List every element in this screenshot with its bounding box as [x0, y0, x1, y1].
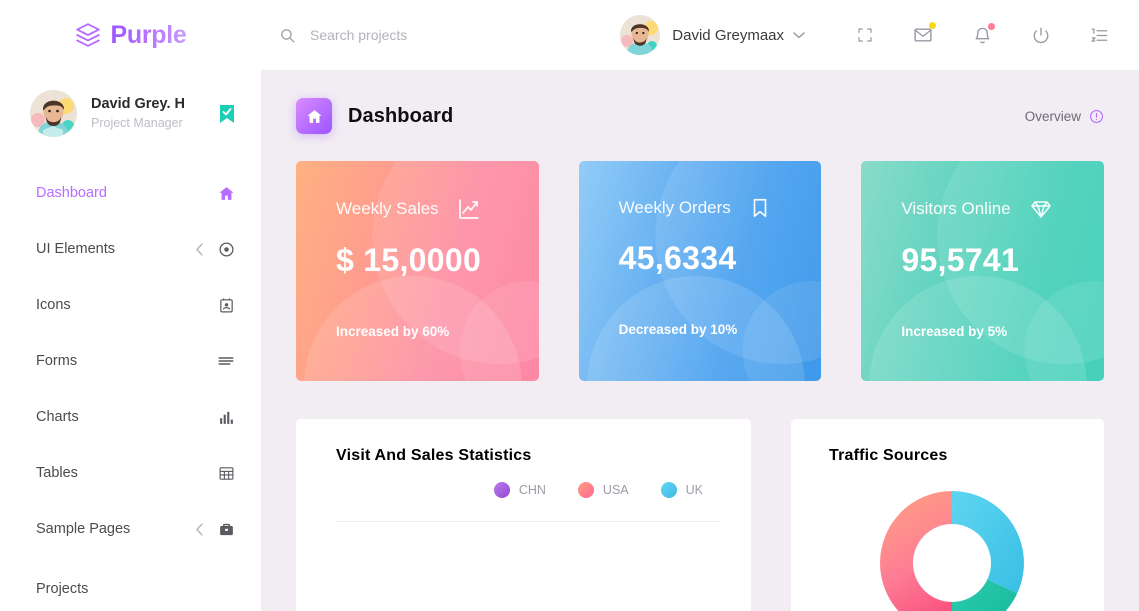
avatar — [620, 15, 661, 55]
power-icon[interactable] — [1032, 26, 1050, 44]
page-header: Dashboard Overview — [296, 98, 1104, 134]
sidebar-item-label: UI Elements — [36, 241, 115, 257]
target-icon — [217, 241, 235, 258]
legend-color-swatch — [660, 482, 677, 498]
sidebar-item-dashboard[interactable]: Dashboard — [0, 165, 261, 221]
panel-title: Traffic Sources — [829, 447, 948, 464]
card-title: Weekly Orders — [618, 198, 731, 217]
chart-line-icon — [457, 197, 481, 221]
card-header: Weekly Orders — [619, 197, 792, 219]
card-value: 45,6334 — [618, 240, 737, 276]
sidebar-nav: Dashboard UI Elements Icons Forms Charts… — [0, 155, 261, 605]
legend-label: CHN — [518, 483, 546, 497]
bar-chart-icon — [217, 409, 235, 426]
panel-row: Visit And Sales Statistics CHN USA UK Tr… — [296, 419, 1104, 611]
sidebar-category-projects[interactable]: Projects — [0, 557, 261, 605]
sidebar-item-sample-pages[interactable]: Sample Pages — [0, 501, 261, 557]
legend-item[interactable]: UK — [660, 482, 703, 498]
profile-role: Project Manager — [91, 116, 183, 131]
sidebar-item-charts[interactable]: Charts — [0, 389, 261, 445]
legend-color-swatch — [577, 482, 594, 498]
sidebar-item-icons[interactable]: Icons — [0, 277, 261, 333]
page-title: Dashboard — [348, 104, 454, 127]
home-icon — [296, 98, 332, 134]
brand-logo[interactable]: Purple — [0, 0, 261, 70]
search-icon — [279, 27, 296, 44]
layers-icon — [75, 22, 101, 48]
overview-control[interactable]: Overview — [1025, 109, 1104, 124]
user-menu[interactable]: David Greymaax — [620, 15, 805, 55]
bookmark-check-icon — [219, 104, 235, 123]
bookmark-icon — [749, 197, 771, 219]
profile-name: David Grey. H — [91, 96, 186, 113]
panel-visit-sales-statistics: Visit And Sales Statistics CHN USA UK — [296, 419, 751, 611]
card-value: $ 15,0000 — [336, 242, 482, 278]
sidebar-item-ui-elements[interactable]: UI Elements — [0, 221, 261, 277]
bar-chart-canvas — [336, 521, 721, 611]
chevron-left-icon — [195, 242, 204, 256]
panel-title: Visit And Sales Statistics — [336, 447, 532, 464]
profile-info: David Grey. H Project Manager — [91, 95, 205, 132]
sidebar-item-tables[interactable]: Tables — [0, 445, 261, 501]
sidebar-item-label: Charts — [36, 409, 79, 425]
home-icon — [217, 185, 235, 202]
panel-traffic-sources: Traffic Sources — [791, 419, 1104, 611]
search-input[interactable] — [310, 27, 579, 43]
card-title: Weekly Sales — [336, 199, 439, 218]
contact-icon — [217, 297, 235, 314]
list-icon — [217, 352, 235, 370]
app-root: Purple David Grey. H Project Manager Das… — [0, 0, 1139, 611]
table-icon — [217, 465, 235, 482]
card-value: 95,5741 — [901, 242, 1020, 278]
info-circle-icon — [1089, 109, 1104, 124]
stat-card-visitors-online[interactable]: Visitors Online 95,5741 Increased by 5% — [861, 161, 1105, 381]
sidebar-item-label: Forms — [36, 353, 78, 369]
stat-cards: Weekly Sales $ 15,0000 Increased by 60% — [296, 161, 1105, 381]
fullscreen-icon[interactable] — [857, 27, 873, 43]
content-area: Dashboard Overview Weekly Sales $ 15,000… — [261, 70, 1139, 611]
card-note: Decreased by 10% — [618, 322, 738, 337]
card-note: Increased by 5% — [901, 324, 1008, 339]
chart-legend: CHN USA UK — [336, 482, 721, 498]
sidebar-item-label: Icons — [36, 297, 71, 313]
format-list-icon[interactable] — [1090, 26, 1109, 45]
bell-icon[interactable] — [973, 22, 995, 45]
card-note: Increased by 60% — [336, 324, 450, 339]
topbar-icon-group — [857, 22, 1109, 45]
sidebar-profile[interactable]: David Grey. H Project Manager — [0, 70, 261, 155]
stat-card-weekly-orders[interactable]: Weekly Orders 45,6334 Decreased by 10% — [578, 161, 822, 381]
legend-label: USA — [602, 483, 629, 497]
card-header: Weekly Sales — [336, 197, 509, 221]
topbar: David Greymaax — [261, 0, 1139, 70]
sidebar-item-label: Sample Pages — [36, 521, 131, 537]
main-area: David Greymaax — [261, 0, 1139, 611]
status-badge — [988, 22, 995, 30]
legend-label: UK — [685, 483, 703, 497]
stat-card-weekly-sales[interactable]: Weekly Sales $ 15,0000 Increased by 60% — [296, 161, 539, 381]
donut-chart-canvas — [829, 483, 1074, 611]
sidebar-item-label: Dashboard — [36, 185, 107, 201]
donut-chart — [879, 491, 1024, 611]
brand-name: Purple — [110, 20, 187, 49]
legend-color-swatch — [493, 482, 510, 498]
chevron-left-icon — [195, 522, 204, 536]
card-header: Visitors Online — [901, 197, 1074, 221]
chevron-down-icon — [793, 31, 805, 39]
sidebar-item-label: Tables — [36, 465, 78, 481]
legend-item[interactable]: USA — [577, 482, 629, 498]
avatar — [30, 90, 77, 137]
user-name: David Greymaax — [672, 26, 784, 44]
diamond-icon — [1029, 197, 1053, 221]
envelope-icon[interactable] — [913, 22, 936, 45]
status-badge — [929, 22, 936, 29]
overview-label: Overview — [1024, 108, 1081, 124]
sidebar: Purple David Grey. H Project Manager Das… — [0, 0, 261, 611]
card-title: Visitors Online — [901, 199, 1011, 218]
sidebar-item-forms[interactable]: Forms — [0, 333, 261, 389]
briefcase-icon — [217, 521, 235, 538]
legend-item[interactable]: CHN — [493, 482, 546, 498]
search-box[interactable] — [279, 27, 579, 44]
